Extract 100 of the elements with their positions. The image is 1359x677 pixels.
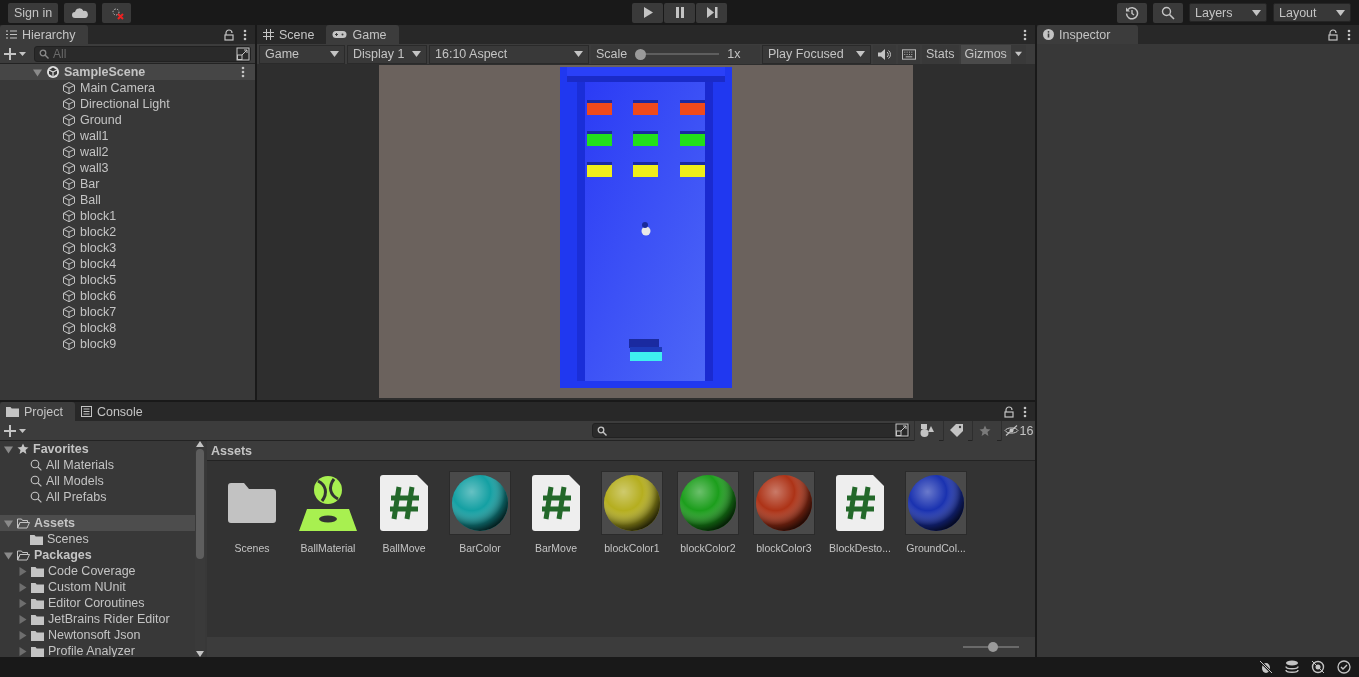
search-button[interactable] [1153,2,1183,23]
gizmos-button[interactable]: Gizmos [960,44,1011,64]
game-object-item[interactable]: Main Camera [80,81,156,95]
pause-button[interactable] [664,2,695,23]
game-object-item[interactable]: wall1 [80,129,109,143]
asset-name[interactable]: BarMove [535,542,577,554]
search-icon [597,426,607,436]
tree-item[interactable]: All Models [0,473,195,489]
slider-thumb[interactable] [635,48,647,60]
inspector-tab[interactable]: Inspector [1037,25,1139,44]
display-dropdown[interactable]: Display 1 [347,44,427,64]
add-menu-icon[interactable] [4,423,28,438]
more-options-icon[interactable] [1023,405,1027,418]
lock-icon[interactable] [1328,28,1338,41]
more-options-icon[interactable] [1347,28,1351,41]
cache-server-icon[interactable] [1285,660,1299,674]
breadcrumb[interactable]: Assets [211,443,252,458]
game-object-item[interactable]: wall2 [80,145,109,159]
tree-item[interactable]: Editor Coroutines [0,595,195,611]
asset-name[interactable]: Scenes [234,542,270,554]
asset-name[interactable]: blockColor3 [756,542,812,554]
material-sphere-icon[interactable] [679,474,737,532]
tree-item[interactable]: Code Coverage [0,563,195,579]
debug-off-icon[interactable] [1259,660,1273,674]
sign-in-button[interactable]: Sign in [8,2,59,23]
play-button[interactable] [632,2,663,23]
layers-dropdown[interactable]: Layers [1189,3,1267,22]
expand-arrow-icon[interactable] [4,518,13,528]
progress-check-icon[interactable] [1337,660,1351,674]
expand-arrow-icon[interactable] [4,550,13,560]
collab-button[interactable] [102,2,132,23]
game-object-item[interactable]: block4 [80,257,117,271]
game-object-item[interactable]: block6 [80,289,117,303]
tree-item[interactable]: Profile Analyzer [0,643,195,657]
game-object-item[interactable]: Directional Light [80,97,170,111]
game-object-item[interactable]: block2 [80,225,117,239]
panel-tab[interactable]: Project [0,402,75,421]
material-sphere-icon[interactable] [603,474,661,532]
tree-item[interactable]: All Materials [0,457,195,473]
expand-arrow-icon[interactable] [4,444,13,454]
hierarchy-tab[interactable]: Hierarchy [0,25,88,44]
game-object-item[interactable]: block5 [80,273,117,287]
game-object-item[interactable]: Ball [80,193,101,207]
game-object-item[interactable]: block3 [80,241,117,255]
game-object-item[interactable]: Bar [80,177,100,191]
game-object-item[interactable]: block1 [80,209,117,223]
csharp-script-icon[interactable] [836,475,884,531]
asset-name[interactable]: BallMove [382,542,426,554]
asset-name[interactable]: blockColor2 [680,542,736,554]
view-dropdown[interactable]: Game [259,44,345,64]
auto-generate-lighting-icon[interactable] [1311,660,1325,674]
asset-name[interactable]: GroundCol... [906,542,966,554]
game-object-item[interactable]: block9 [80,337,117,351]
csharp-script-icon[interactable] [532,475,580,531]
asset-name[interactable]: BarColor [459,542,501,554]
material-sphere-icon[interactable] [755,474,813,532]
folder-icon [30,533,43,545]
material-sphere-icon[interactable] [907,474,965,532]
lock-icon[interactable] [1004,405,1014,418]
tree-item[interactable]: Newtonsoft Json [0,627,195,643]
layout-dropdown[interactable]: Layout [1273,3,1351,22]
material-sphere-icon[interactable] [451,474,509,532]
tree-item[interactable]: Favorites [0,441,195,457]
folder-icon[interactable] [228,483,276,523]
game-object-item[interactable]: Ground [80,113,122,127]
asset-name[interactable]: BallMaterial [300,542,356,554]
asset-name[interactable]: blockColor1 [604,542,660,554]
search-field[interactable]: All [34,45,251,62]
more-options-icon[interactable] [241,66,245,78]
game-object-item[interactable]: block7 [80,305,117,319]
game-object-item[interactable]: block8 [80,321,117,335]
tree-item[interactable]: JetBrains Rider Editor [0,611,195,627]
physics-material-icon[interactable] [299,475,357,531]
tree-item[interactable]: Packages [0,547,195,563]
more-options-icon[interactable] [1023,28,1027,41]
tree-item[interactable]: All Prefabs [0,489,195,505]
search-window-icon[interactable] [895,423,909,437]
aspect-dropdown[interactable]: 16:10 Aspect [429,44,589,64]
more-options-icon[interactable] [243,28,247,41]
cloud-button[interactable] [64,2,97,23]
lock-icon[interactable] [224,28,234,41]
expand-arrow-icon[interactable] [33,67,42,77]
step-button[interactable] [696,2,727,23]
asset-name[interactable]: BlockDesto... [829,542,891,554]
hidden-packages-button[interactable]: 16 [1001,420,1035,441]
csharp-script-icon[interactable] [380,475,428,531]
game-object-item[interactable]: wall3 [80,161,109,175]
tree-item[interactable]: Scenes [0,531,195,547]
tree-item[interactable]: Custom NUnit [0,579,195,595]
play-mode-dropdown[interactable]: Play Focused [762,44,871,64]
history-button[interactable] [1117,2,1147,23]
add-menu-icon[interactable] [4,46,28,61]
scrollbar-thumb[interactable] [196,449,204,559]
slider-thumb[interactable] [988,642,999,652]
search-field[interactable] [592,423,910,438]
view-tab[interactable]: Game [326,25,399,44]
tree-item[interactable]: Assets [0,515,195,531]
search-window-icon[interactable] [236,46,250,61]
caret-icon [412,51,421,57]
cube-icon [62,145,76,159]
